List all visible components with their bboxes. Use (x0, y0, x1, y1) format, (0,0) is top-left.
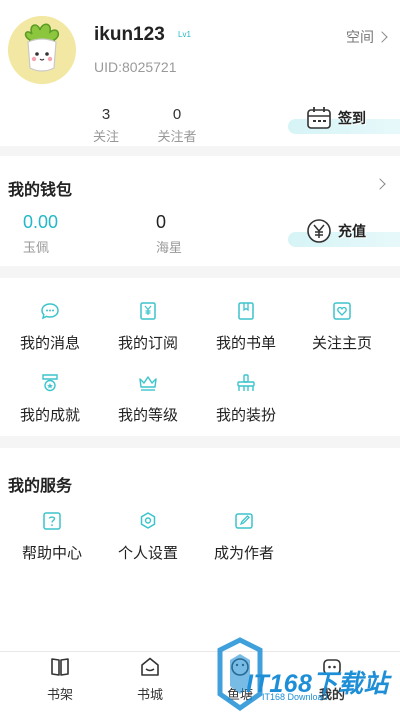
avatar[interactable] (8, 16, 76, 84)
space-link[interactable]: 空间 (346, 27, 388, 47)
chevron-right-icon (376, 31, 388, 43)
nav-bookshelf-label: 书架 (46, 687, 73, 702)
fans-label: 关注者 (157, 129, 197, 144)
my-achievements-label: 我的成就 (19, 407, 80, 424)
fans-stat[interactable]: 0 关注者 (142, 106, 212, 145)
watermark-subtext: IT168 Download (262, 692, 328, 702)
recharge-button[interactable]: 充值 (306, 218, 366, 244)
services-card: 我的服务 帮助中心 个人设置 成为作者 (0, 448, 400, 651)
nav-bookstore-label: 书城 (136, 687, 163, 702)
star-balance[interactable]: 0 海星 (156, 212, 182, 256)
settings-icon (140, 512, 156, 529)
features-grid: 我的消息 我的订阅 我的书单 关注主页 我的成就 我的等级 我的装扮 (0, 278, 400, 436)
recharge-label: 充值 (338, 223, 366, 239)
wallet-card: 我的钱包 0.00 玉佩 0 海星 充值 (0, 156, 400, 266)
services-title: 我的服务 (8, 478, 73, 495)
my-subscriptions-label: 我的订阅 (117, 335, 178, 352)
follow-stat[interactable]: 3 关注 (71, 106, 141, 145)
booklist-icon (238, 302, 254, 320)
medal-icon (42, 374, 58, 392)
my-messages-label: 我的消息 (19, 335, 80, 352)
my-dressup-item[interactable]: 我的装扮 (196, 374, 296, 425)
my-booklist-item[interactable]: 我的书单 (196, 302, 296, 353)
my-level-item[interactable]: 我的等级 (98, 374, 198, 425)
follow-homepage-label: 关注主页 (311, 335, 372, 352)
author-icon (235, 513, 253, 529)
follow-homepage-item[interactable]: 关注主页 (292, 302, 392, 353)
bookstore-icon (141, 657, 159, 676)
level-badge: Lv1 (178, 30, 191, 39)
follow-count: 3 (101, 106, 111, 123)
my-subscriptions-item[interactable]: 我的订阅 (98, 302, 198, 353)
profile-card: ikun123 Lv1 UID:8025721 空间 3 关注 0 关注者 签到 (0, 0, 400, 146)
username: ikun123 (94, 24, 165, 45)
fans-count: 0 (172, 106, 182, 123)
calendar-icon (307, 107, 331, 129)
star-value: 0 (156, 212, 167, 232)
space-link-label: 空间 (346, 29, 374, 45)
help-center-label: 帮助中心 (21, 545, 82, 562)
coin-icon (307, 219, 331, 243)
my-level-label: 我的等级 (117, 407, 178, 424)
my-booklist-label: 我的书单 (215, 335, 276, 352)
heart-page-icon (333, 302, 351, 320)
jade-value: 0.00 (23, 212, 59, 232)
crown-icon (139, 376, 157, 391)
help-center-item[interactable]: 帮助中心 (2, 512, 102, 563)
star-label: 海星 (156, 240, 183, 255)
my-messages-item[interactable]: 我的消息 (0, 302, 100, 353)
personal-settings-label: 个人设置 (117, 545, 178, 562)
wallet-chevron-right-icon[interactable] (374, 178, 386, 190)
become-author-item[interactable]: 成为作者 (194, 512, 294, 563)
dressup-icon (237, 374, 255, 391)
personal-settings-item[interactable]: 个人设置 (98, 512, 198, 563)
jade-balance[interactable]: 0.00 玉佩 (23, 212, 58, 256)
message-icon (41, 303, 59, 320)
nav-bookstore[interactable]: 书城 (100, 656, 200, 703)
my-achievements-item[interactable]: 我的成就 (0, 374, 100, 425)
jade-label: 玉佩 (23, 240, 50, 255)
cabbage-avatar-icon (8, 16, 76, 84)
user-id: UID:8025721 (94, 59, 177, 75)
wallet-title[interactable]: 我的钱包 (8, 176, 72, 200)
follow-label: 关注 (92, 129, 119, 144)
checkin-label: 签到 (338, 110, 366, 126)
bookshelf-icon (51, 658, 69, 676)
checkin-button[interactable]: 签到 (306, 106, 366, 130)
become-author-label: 成为作者 (213, 545, 274, 562)
my-dressup-label: 我的装扮 (215, 407, 276, 424)
subscription-icon (140, 302, 156, 320)
nav-bookshelf[interactable]: 书架 (10, 656, 110, 703)
help-icon (43, 512, 61, 530)
